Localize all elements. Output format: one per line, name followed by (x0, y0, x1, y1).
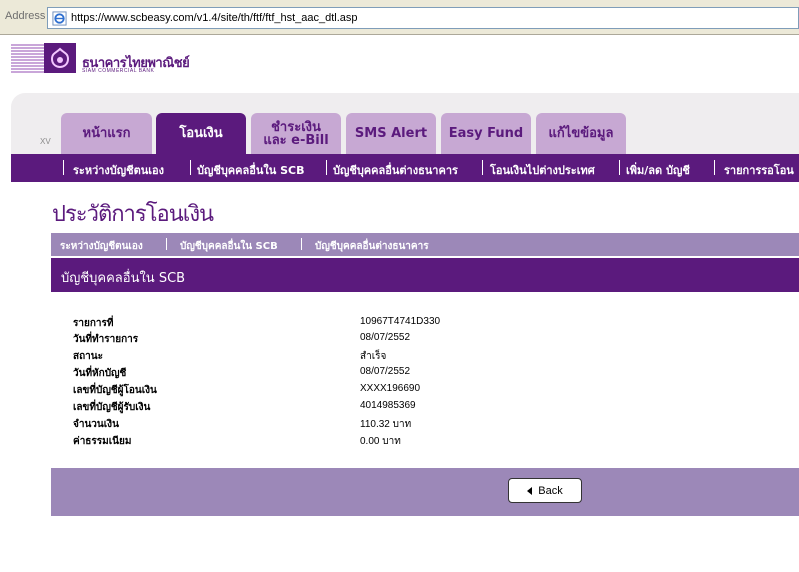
detail-label: วันที่หักบัญชี (73, 368, 127, 379)
detail-label: ค่าธรรมเนียม (73, 436, 132, 447)
detail-value: 4014985369 (360, 400, 416, 411)
subnav-divider (63, 160, 64, 175)
subnav-divider (619, 160, 620, 175)
detail-label: เลขที่บัญชีผู้โอนเงิน (73, 385, 157, 396)
subnav-divider (714, 160, 715, 175)
detail-value: 0.00 บาท (360, 436, 401, 447)
tab-sms-alert[interactable]: SMS Alert (346, 113, 436, 154)
address-bar: Address https://www.scbeasy.com/v1.4/sit… (0, 0, 799, 35)
version-label: XV (40, 137, 51, 146)
detail-label: เลขที่บัญชีผู้รับเงิน (73, 402, 151, 413)
detail-label: สถานะ (73, 351, 103, 362)
detail-label: รายการที่ (73, 318, 114, 329)
url-input[interactable]: https://www.scbeasy.com/v1.4/site/th/ftf… (47, 7, 799, 29)
url-text: https://www.scbeasy.com/v1.4/site/th/ftf… (71, 12, 358, 24)
back-button-label: Back (538, 484, 563, 497)
detail-value: 10967T4741D330 (360, 316, 441, 327)
section-header: บัญชีบุคคลอื่นใน SCB (51, 258, 799, 292)
breadcrumb-own-accounts[interactable]: ระหว่างบัญชีตนเอง (60, 239, 143, 254)
subnav-divider (482, 160, 483, 175)
detail-value: 08/07/2552 (360, 332, 411, 343)
section-title: บัญชีบุคคลอื่นใน SCB (61, 271, 186, 286)
ie-page-icon (52, 11, 67, 26)
sub-navigation: ระหว่างบัญชีตนเอง บัญชีบุคคลอื่นใน SCB บ… (11, 154, 799, 182)
tab-transfer[interactable]: โอนเงิน (156, 113, 246, 154)
subnav-own-accounts[interactable]: ระหว่างบัญชีตนเอง (73, 161, 164, 179)
scb-logo[interactable] (11, 43, 76, 73)
arrow-left-icon (527, 486, 533, 495)
logo-stripes (11, 43, 44, 73)
detail-value: สำเร็จ (360, 351, 387, 362)
transaction-details: รายการที่ 10967T4741D330 วันที่ทำรายการ … (51, 292, 799, 468)
subnav-add-remove-account[interactable]: เพิ่ม/ลด บัญชี (626, 161, 690, 179)
subnav-divider (190, 160, 191, 175)
subnav-international[interactable]: โอนเงินไปต่างประเทศ (490, 161, 595, 179)
tab-payment-ebill[interactable]: ชำระเงิน และ e-Bill (251, 113, 341, 154)
action-bar: Back (51, 468, 799, 516)
bank-emblem-icon (50, 47, 70, 69)
breadcrumb-other-bank[interactable]: บัญชีบุคคลอื่นต่างธนาคาร (315, 239, 429, 254)
subnav-divider (326, 160, 327, 175)
detail-label: จำนวนเงิน (73, 419, 119, 430)
address-label: Address (5, 10, 46, 22)
detail-label: วันที่ทำรายการ (73, 334, 139, 345)
breadcrumb-other-scb[interactable]: บัญชีบุคคลอื่นใน SCB (180, 239, 278, 254)
detail-value: XXXX196690 (360, 383, 421, 394)
breadcrumb-divider (166, 238, 167, 250)
subnav-other-bank[interactable]: บัญชีบุคคลอื่นต่างธนาคาร (333, 161, 458, 179)
subnav-other-scb[interactable]: บัญชีบุคคลอื่นใน SCB (197, 161, 305, 179)
tab-edit-profile[interactable]: แก้ไขข้อมูล (536, 113, 626, 154)
page-title: ประวัติการโอนเงิน (52, 202, 214, 227)
tab-home[interactable]: หน้าแรก (61, 113, 152, 154)
tab-easy-fund[interactable]: Easy Fund (441, 113, 531, 154)
detail-value: 110.32 บาท (360, 419, 412, 430)
back-button[interactable]: Back (508, 478, 582, 503)
subnav-pending[interactable]: รายการรอโอน (724, 161, 794, 179)
bank-name-english: SIAM COMMERCIAL BANK (82, 68, 155, 74)
detail-value: 08/07/2552 (360, 366, 411, 377)
breadcrumb: ระหว่างบัญชีตนเอง บัญชีบุคคลอื่นใน SCB บ… (51, 233, 799, 256)
breadcrumb-divider (301, 238, 302, 250)
logo-emblem (44, 43, 76, 73)
